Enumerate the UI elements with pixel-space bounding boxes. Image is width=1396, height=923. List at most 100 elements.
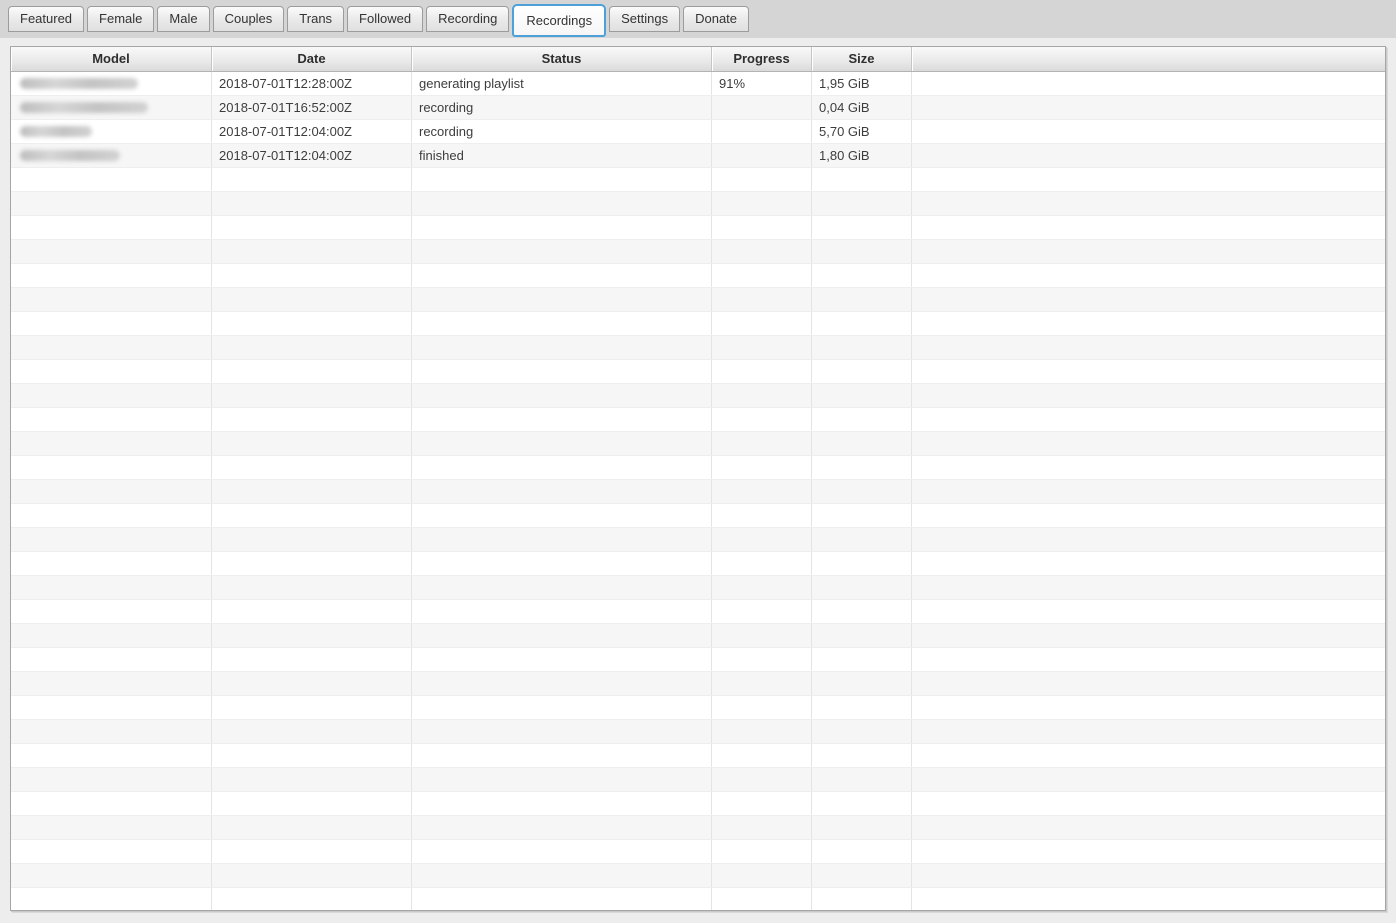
empty-cell <box>412 864 712 887</box>
recording-row[interactable]: 2018-07-01T12:28:00Z generating playlist 9… <box>11 72 1385 96</box>
tab-recording[interactable]: Recording <box>426 6 510 32</box>
empty-cell <box>212 576 412 599</box>
tab-followed[interactable]: Followed <box>347 6 424 32</box>
empty-cell <box>812 792 912 815</box>
empty-cell <box>812 408 912 431</box>
empty-cell <box>712 840 812 863</box>
empty-cell <box>412 624 712 647</box>
empty-cell <box>212 168 412 191</box>
empty-cell <box>412 456 712 479</box>
empty-row <box>11 576 1385 600</box>
empty-row <box>11 720 1385 744</box>
model-cell <box>11 144 212 167</box>
empty-cell <box>812 720 912 743</box>
empty-cell <box>712 864 812 887</box>
empty-cell <box>11 504 212 527</box>
empty-cell <box>712 888 812 910</box>
status-cell: generating playlist <box>412 72 712 95</box>
empty-cell <box>212 816 412 839</box>
empty-cell <box>812 768 912 791</box>
empty-cell <box>812 240 912 263</box>
empty-cell <box>412 696 712 719</box>
empty-row <box>11 816 1385 840</box>
empty-cell <box>812 480 912 503</box>
model-cell <box>11 120 212 143</box>
empty-cell <box>11 864 212 887</box>
tab-female[interactable]: Female <box>87 6 155 32</box>
redacted-model-name <box>20 126 92 137</box>
empty-cell <box>412 648 712 671</box>
empty-cell <box>212 480 412 503</box>
tab-trans[interactable]: Trans <box>287 6 345 32</box>
empty-cell <box>812 504 912 527</box>
column-header-date[interactable]: Date <box>212 47 412 71</box>
app-window: Featured Female Male Couples Trans Followed Re… <box>0 0 1396 923</box>
empty-cell <box>812 360 912 383</box>
empty-row <box>11 552 1385 576</box>
model-cell <box>11 96 212 119</box>
column-header-model[interactable]: Model <box>11 47 212 71</box>
empty-cell <box>912 288 1385 311</box>
empty-cell <box>812 312 912 335</box>
empty-cell <box>712 552 812 575</box>
progress-cell <box>712 120 812 143</box>
recording-row[interactable]: 2018-07-01T16:52:00Z recording 0,04 GiB <box>11 96 1385 120</box>
empty-cell <box>812 168 912 191</box>
empty-cell <box>712 600 812 623</box>
empty-cell <box>412 264 712 287</box>
recording-row[interactable]: 2018-07-01T12:04:00Z finished 1,80 GiB <box>11 144 1385 168</box>
empty-row <box>11 360 1385 384</box>
empty-cell <box>712 504 812 527</box>
date-cell: 2018-07-01T16:52:00Z <box>212 96 412 119</box>
tab-settings[interactable]: Settings <box>609 6 681 32</box>
empty-cell <box>712 672 812 695</box>
tab-male[interactable]: Male <box>157 6 210 32</box>
empty-cell <box>212 672 412 695</box>
extra-cell <box>912 72 1385 95</box>
tab-donate[interactable]: Donate <box>683 6 750 32</box>
empty-cell <box>412 528 712 551</box>
empty-cell <box>412 240 712 263</box>
empty-row <box>11 480 1385 504</box>
empty-cell <box>912 360 1385 383</box>
empty-cell <box>11 744 212 767</box>
tab-recordings[interactable]: Recordings <box>512 4 607 37</box>
empty-cell <box>712 624 812 647</box>
empty-row <box>11 744 1385 768</box>
tab-featured[interactable]: Featured <box>8 6 85 32</box>
empty-cell <box>212 888 412 910</box>
column-header-size[interactable]: Size <box>812 47 912 71</box>
empty-cell <box>412 720 712 743</box>
empty-cell <box>412 336 712 359</box>
empty-cell <box>912 792 1385 815</box>
empty-cell <box>712 456 812 479</box>
progress-cell <box>712 144 812 167</box>
empty-row <box>11 792 1385 816</box>
empty-cell <box>912 696 1385 719</box>
date-cell: 2018-07-01T12:04:00Z <box>212 144 412 167</box>
empty-cell <box>812 744 912 767</box>
empty-cell <box>712 240 812 263</box>
empty-cell <box>712 696 812 719</box>
empty-cell <box>11 792 212 815</box>
empty-cell <box>912 744 1385 767</box>
empty-cell <box>212 696 412 719</box>
empty-cell <box>712 432 812 455</box>
empty-cell <box>412 792 712 815</box>
empty-cell <box>912 576 1385 599</box>
empty-cell <box>412 816 712 839</box>
empty-cell <box>912 216 1385 239</box>
empty-row <box>11 504 1385 528</box>
tab-couples[interactable]: Couples <box>212 6 285 32</box>
column-header-progress[interactable]: Progress <box>712 47 812 71</box>
recording-row[interactable]: 2018-07-01T12:04:00Z recording 5,70 GiB <box>11 120 1385 144</box>
empty-cell <box>912 888 1385 910</box>
empty-row <box>11 240 1385 264</box>
empty-cell <box>712 264 812 287</box>
column-header-status[interactable]: Status <box>412 47 712 71</box>
empty-cell <box>11 528 212 551</box>
empty-cell <box>11 600 212 623</box>
empty-row <box>11 672 1385 696</box>
empty-row <box>11 456 1385 480</box>
table-body: 2018-07-01T12:28:00Z generating playlist 9… <box>11 72 1385 910</box>
